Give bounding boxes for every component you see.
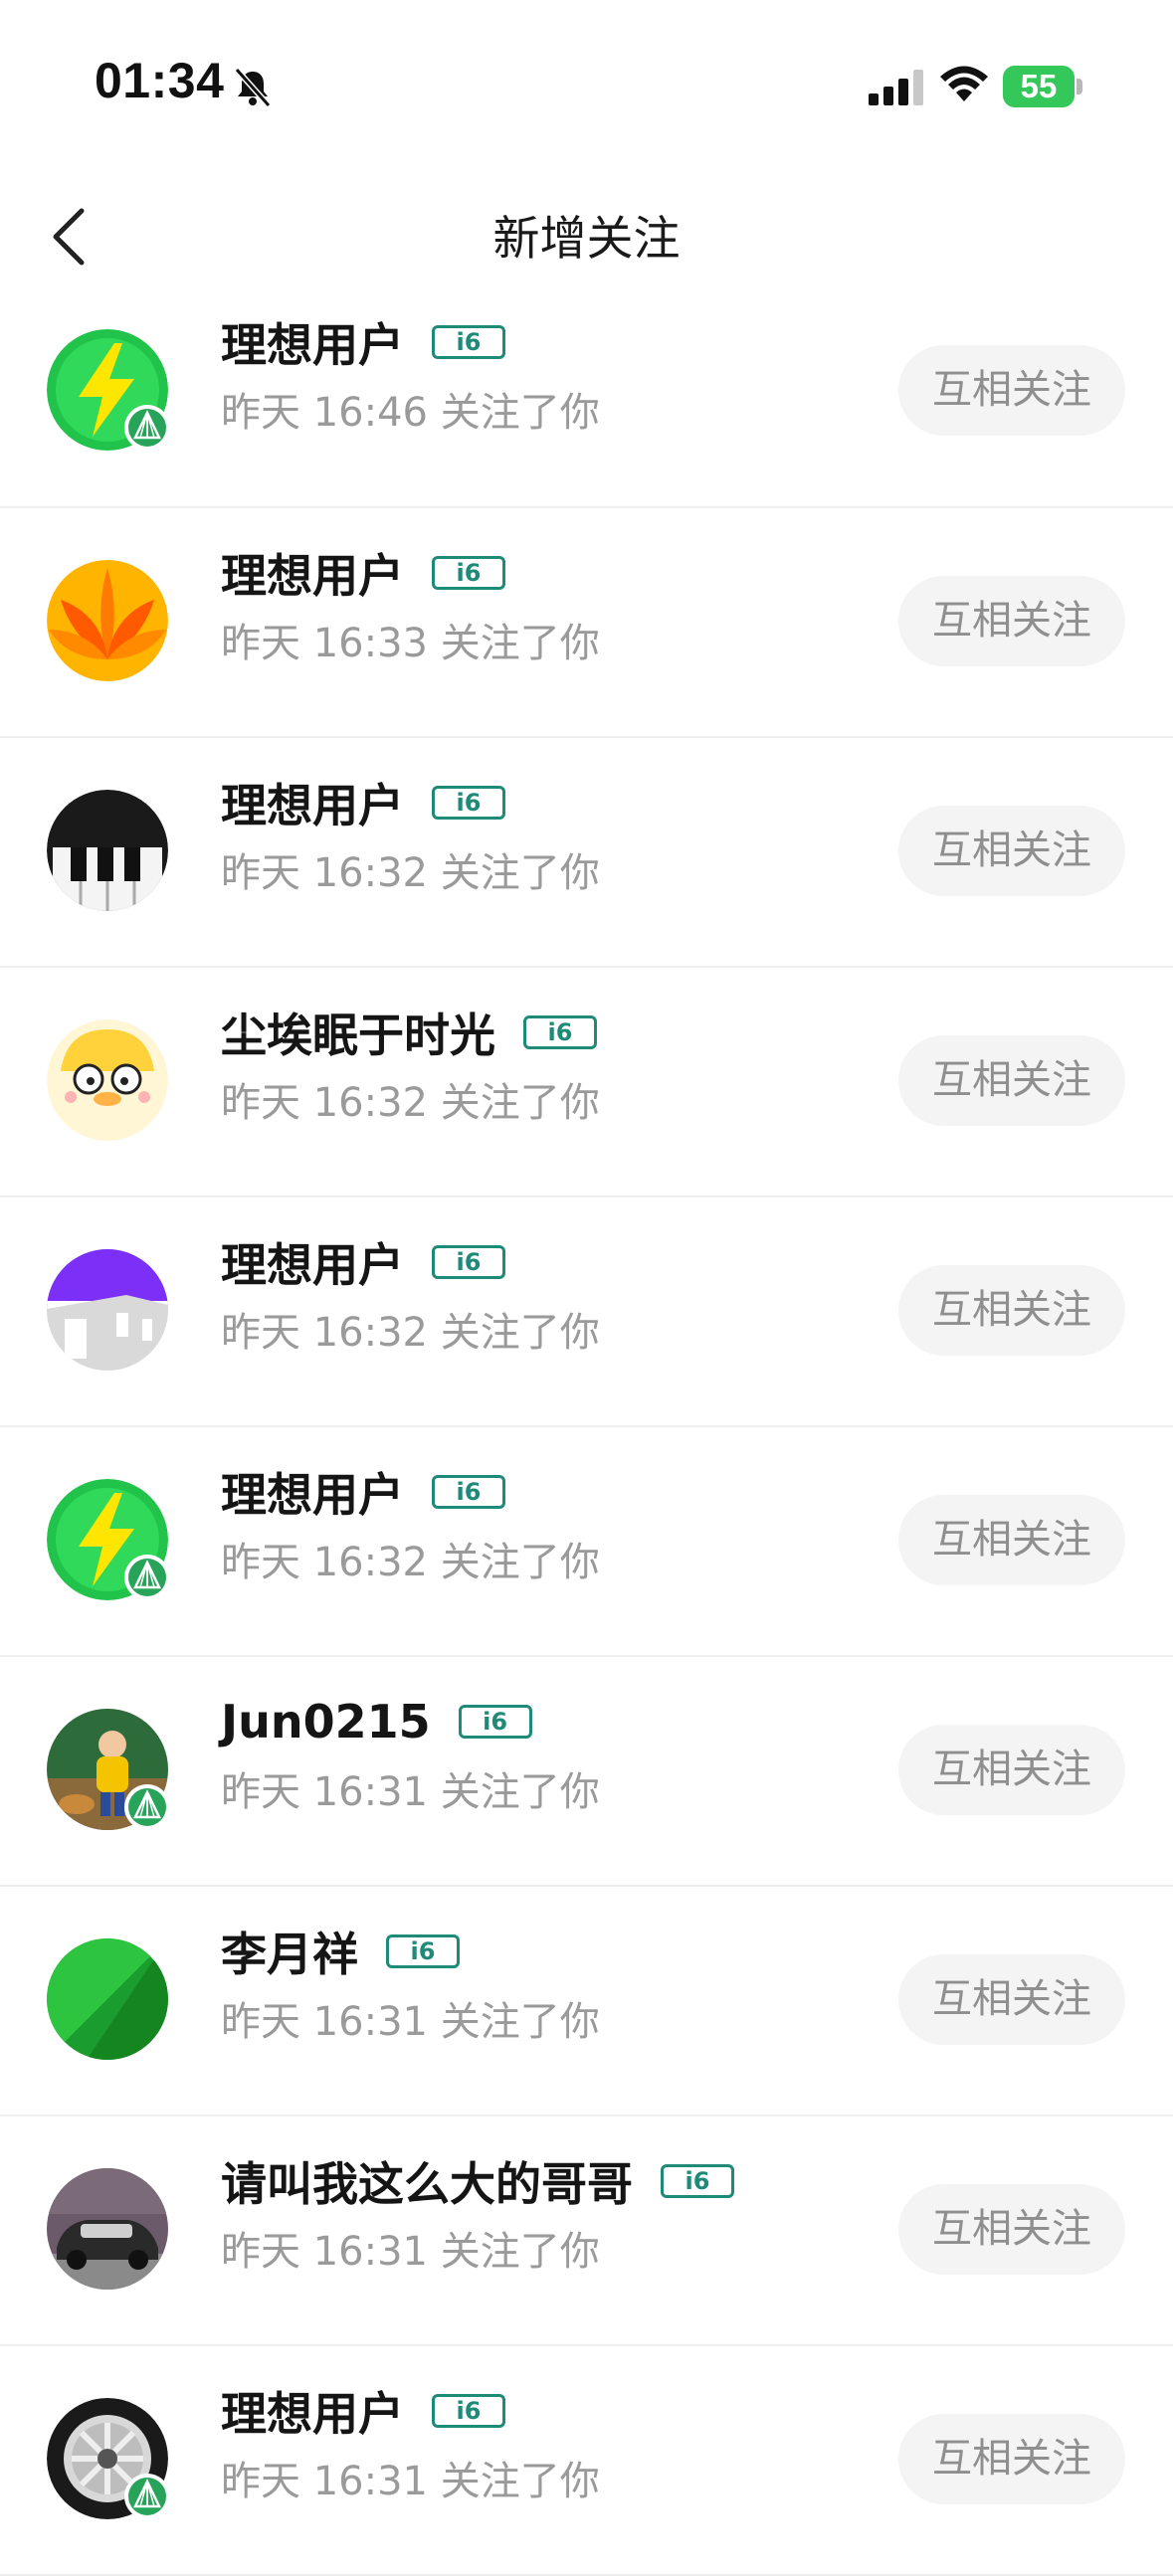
user-name[interactable]: 李月祥: [221, 1919, 358, 1984]
follower-row[interactable]: 请叫我这么大的哥哥 i6 昨天 16:31 关注了你 互相关注: [0, 2116, 1173, 2346]
wifi-icon: [940, 66, 988, 101]
name-line: 请叫我这么大的哥哥 i6: [221, 2149, 734, 2213]
status-time: 01:34: [95, 53, 225, 108]
follower-row[interactable]: Jun0215 i6 昨天 16:31 关注了你 互相关注: [0, 1657, 1173, 1887]
battery-level: 55: [1020, 68, 1058, 104]
nav-bar: 新增关注: [0, 175, 1173, 304]
model-tag-badge: i6: [661, 2164, 734, 2198]
follow-time-text: 昨天 16:31 关注了你: [221, 1999, 600, 2045]
follower-row[interactable]: 理想用户 i6 昨天 16:33 关注了你 互相关注: [0, 508, 1173, 738]
model-tag-badge: i6: [432, 325, 505, 359]
car-photo-avatar[interactable]: [47, 2168, 168, 2290]
follower-row[interactable]: 理想用户 i6 昨天 16:46 关注了你 互相关注: [0, 304, 1173, 508]
follow-back-button[interactable]: 互相关注: [898, 345, 1125, 436]
back-arrow-icon[interactable]: [40, 205, 103, 269]
model-tag-badge: i6: [432, 1245, 505, 1279]
follow-back-button[interactable]: 互相关注: [898, 1265, 1125, 1356]
brand-badge-icon: [124, 1784, 170, 1830]
purple-building-avatar[interactable]: [47, 1249, 168, 1371]
follower-row[interactable]: 李月祥 i6 昨天 16:31 关注了你 互相关注: [0, 1887, 1173, 2116]
orange-flower-avatar[interactable]: [47, 560, 168, 681]
user-name[interactable]: Jun0215: [221, 1695, 431, 1748]
user-name[interactable]: 理想用户: [221, 2378, 404, 2444]
user-name[interactable]: 理想用户: [221, 309, 404, 375]
follow-back-button[interactable]: 互相关注: [898, 576, 1125, 666]
follower-row[interactable]: 理想用户 i6 昨天 16:32 关注了你 互相关注: [0, 738, 1173, 968]
follow-back-button[interactable]: 互相关注: [898, 1725, 1125, 1815]
follow-back-button[interactable]: 互相关注: [898, 2414, 1125, 2504]
model-tag-badge: i6: [523, 1015, 597, 1049]
name-line: Jun0215 i6: [221, 1690, 532, 1753]
brand-badge-icon: [124, 2474, 170, 2519]
model-tag-badge: i6: [432, 2394, 505, 2428]
name-line: 理想用户 i6: [221, 771, 505, 834]
model-tag-badge: i6: [458, 1705, 532, 1739]
follow-time-text: 昨天 16:32 关注了你: [221, 1540, 600, 1585]
green-geometric-avatar[interactable]: [47, 1938, 168, 2060]
model-tag-badge: i6: [432, 556, 505, 590]
follow-back-button[interactable]: 互相关注: [898, 806, 1125, 896]
brand-badge-icon: [124, 1555, 170, 1600]
battery-indicator: 55: [1003, 66, 1082, 107]
brand-badge-icon: [124, 405, 170, 451]
model-tag-badge: i6: [432, 1475, 505, 1509]
name-line: 尘埃眠于时光 i6: [221, 1001, 597, 1064]
name-line: 理想用户 i6: [221, 1230, 505, 1294]
status-bar: 01:34 55: [0, 0, 1173, 175]
name-line: 李月祥 i6: [221, 1920, 460, 1983]
follow-time-text: 昨天 16:33 关注了你: [221, 621, 600, 666]
model-tag-badge: i6: [386, 1934, 460, 1968]
follow-time-text: 昨天 16:32 关注了你: [221, 1310, 600, 1356]
name-line: 理想用户 i6: [221, 2379, 505, 2443]
follower-list: 理想用户 i6 昨天 16:46 关注了你 互相关注 理想用户 i6 昨天 16:33 关…: [0, 304, 1173, 2576]
follow-time-text: 昨天 16:31 关注了你: [221, 1769, 600, 1815]
follow-time-text: 昨天 16:31 关注了你: [221, 2459, 600, 2504]
follower-row[interactable]: 尘埃眠于时光 i6 昨天 16:32 关注了你 互相关注: [0, 968, 1173, 1197]
follow-time-text: 昨天 16:32 关注了你: [221, 1080, 600, 1126]
follow-back-button[interactable]: 互相关注: [898, 2184, 1125, 2275]
follower-row[interactable]: 理想用户 i6 昨天 16:32 关注了你 互相关注: [0, 1197, 1173, 1427]
follow-time-text: 昨天 16:32 关注了你: [221, 850, 600, 896]
follow-back-button[interactable]: 互相关注: [898, 1954, 1125, 2045]
follower-row[interactable]: 理想用户 i6 昨天 16:32 关注了你 互相关注: [0, 1427, 1173, 1657]
battery-cap: [1076, 79, 1082, 94]
follow-time-text: 昨天 16:31 关注了你: [221, 2229, 600, 2275]
user-name[interactable]: 尘埃眠于时光: [221, 1000, 495, 1065]
name-line: 理想用户 i6: [221, 310, 505, 374]
user-name[interactable]: 理想用户: [221, 1229, 404, 1295]
cellular-signal-icon: [869, 70, 923, 105]
cartoon-duck-avatar[interactable]: [47, 1019, 168, 1141]
user-name[interactable]: 理想用户: [221, 540, 404, 606]
user-name[interactable]: 理想用户: [221, 1459, 404, 1525]
follower-row[interactable]: 理想用户 i6 昨天 16:31 关注了你 互相关注: [0, 2346, 1173, 2576]
follow-back-button[interactable]: 互相关注: [898, 1035, 1125, 1126]
name-line: 理想用户 i6: [221, 1460, 505, 1524]
follow-back-button[interactable]: 互相关注: [898, 1495, 1125, 1585]
follow-time-text: 昨天 16:46 关注了你: [221, 390, 600, 436]
name-line: 理想用户 i6: [221, 541, 505, 605]
page-title: 新增关注: [492, 212, 681, 267]
model-tag-badge: i6: [432, 786, 505, 820]
user-name[interactable]: 理想用户: [221, 770, 404, 835]
user-name[interactable]: 请叫我这么大的哥哥: [221, 2148, 633, 2214]
bell-muted-icon: [234, 68, 272, 107]
piano-keys-avatar[interactable]: [47, 790, 168, 911]
